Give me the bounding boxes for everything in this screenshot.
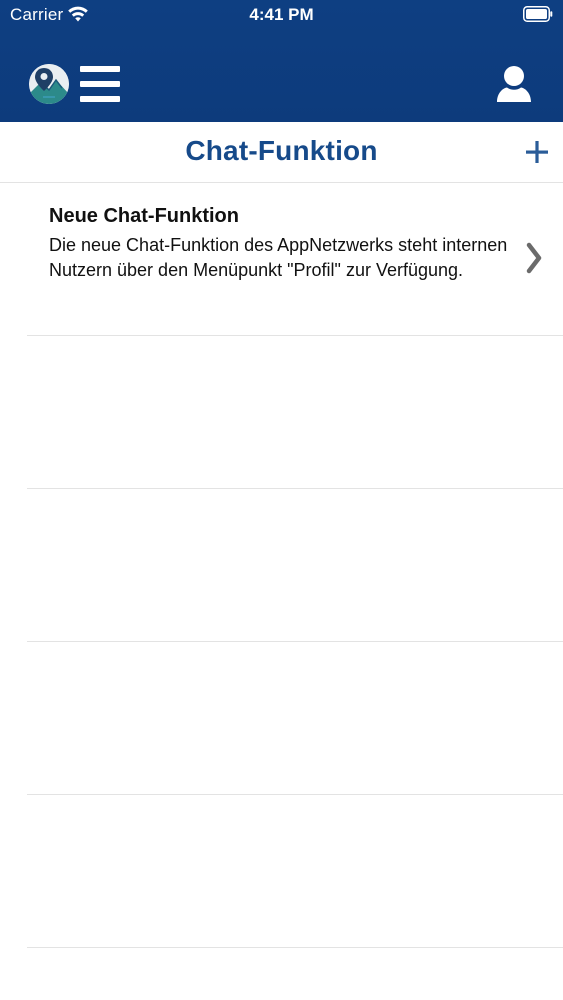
list-item-empty	[27, 489, 563, 642]
battery-icon	[523, 6, 553, 22]
subheader: Chat-Funktion	[0, 122, 563, 183]
page-title: Chat-Funktion	[185, 135, 378, 166]
status-bar: Carrier 4:41 PM	[0, 0, 563, 30]
hamburger-menu-icon	[80, 96, 120, 102]
hamburger-menu-icon	[80, 66, 120, 72]
news-list: Neue Chat-Funktion Die neue Chat-Funktio…	[27, 183, 563, 948]
add-button[interactable]	[522, 137, 552, 167]
map-pin-mountain-logo-icon	[29, 64, 69, 104]
hamburger-menu-icon	[80, 81, 120, 87]
list-item-text: Die neue Chat-Funktion des AppNetzwerks …	[49, 235, 508, 280]
list-item-empty	[27, 795, 563, 948]
list-item-empty	[27, 642, 563, 795]
list-item-empty	[27, 336, 563, 489]
plus-icon	[526, 141, 548, 163]
app-logo[interactable]	[29, 64, 69, 104]
list-item-title: Neue Chat-Funktion	[49, 205, 239, 227]
chevron-right-icon	[526, 242, 542, 274]
profile-button[interactable]	[494, 64, 534, 104]
list-item[interactable]: Neue Chat-Funktion Die neue Chat-Funktio…	[27, 183, 563, 336]
top-bar: Carrier 4:41 PM	[0, 0, 563, 122]
status-time: 4:41 PM	[249, 5, 314, 24]
user-profile-icon	[497, 66, 531, 102]
menu-button[interactable]	[80, 66, 122, 104]
